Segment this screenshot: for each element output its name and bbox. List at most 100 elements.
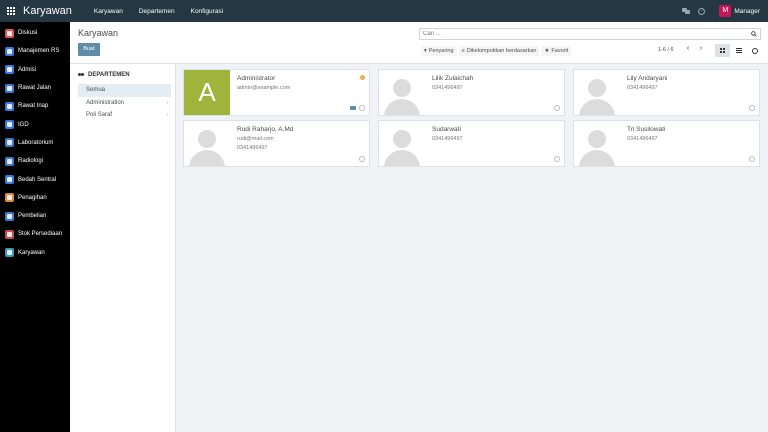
- message-icon[interactable]: [350, 106, 356, 110]
- sidebar-item-label: Rawat Jalan: [18, 85, 52, 92]
- employee-name: Sudarwati: [432, 126, 461, 133]
- activity-status-icon[interactable]: [359, 105, 365, 111]
- sidebar-item-label: IGD: [18, 121, 29, 128]
- sidebar-item-label: Bedah Sentral: [18, 176, 57, 183]
- chat-icon: [5, 28, 14, 38]
- employees-icon: [5, 248, 14, 258]
- search-input[interactable]: [420, 29, 740, 39]
- employee-card[interactable]: Lilik Zulaichah 0341496497: [378, 69, 565, 116]
- employee-name: Lilik Zulaichah: [432, 75, 474, 82]
- group-by-button[interactable]: ≡ Dikelompokkan berdasarkan: [458, 46, 540, 56]
- stethoscope-icon: [5, 83, 14, 93]
- list-icon: [735, 48, 742, 53]
- activity-status-icon[interactable]: [359, 156, 365, 162]
- department-label: Semua: [86, 87, 106, 93]
- filter-label: Penyaring: [428, 48, 454, 54]
- department-item-poli-saraf[interactable]: Poli Saraf ›: [78, 109, 171, 122]
- control-panel: Karyawan Buat ▾Penyaring ≡Dikelompokkan …: [70, 22, 768, 64]
- sidebar-item-label: Diskusi: [18, 30, 38, 37]
- activity-status-icon[interactable]: [554, 105, 560, 111]
- search-box: [419, 28, 761, 40]
- employee-email: rudi@mail.com: [237, 136, 274, 142]
- sidebar-item-bedah-sentral[interactable]: Bedah Sentral: [0, 170, 70, 188]
- chevron-left-icon[interactable]: ‹: [684, 45, 692, 53]
- chevron-right-icon[interactable]: ›: [166, 97, 168, 110]
- search-icon[interactable]: [751, 31, 757, 37]
- menu-konfigurasi[interactable]: Konfigurasi: [183, 8, 232, 15]
- sidebar-item-rawat-inap[interactable]: Rawat Inap: [0, 97, 70, 115]
- activity-status-icon[interactable]: [554, 156, 560, 162]
- department-item-semua[interactable]: Semua: [78, 84, 171, 97]
- employee-card[interactable]: Tri Susilowati 0341496497: [573, 120, 760, 167]
- user-menu[interactable]: M Manager: [713, 5, 760, 17]
- employee-name: Lily Andaryani: [627, 75, 668, 82]
- activity-status-icon[interactable]: [749, 156, 755, 162]
- employee-card[interactable]: Lily Andaryani 0341496497: [573, 69, 760, 116]
- employee-card[interactable]: Rudi Raharjo, A.Md rudi@mail.com 0341496…: [183, 120, 370, 167]
- view-switcher: [715, 44, 762, 57]
- menu-departemen[interactable]: Departemen: [131, 8, 183, 15]
- sidebar-item-manajemen-rs[interactable]: Manajemen RS: [0, 42, 70, 60]
- inventory-icon: [5, 229, 14, 239]
- department-panel: DEPARTEMEN Semua Administration › Poli Sa…: [70, 64, 176, 432]
- sidebar-item-radiologi[interactable]: Radiologi: [0, 152, 70, 170]
- app-brand: Karyawan: [23, 5, 72, 17]
- sidebar-item-admisi[interactable]: Admisi: [0, 61, 70, 79]
- employee-phone: 0341496497: [237, 145, 268, 151]
- sidebar-item-rawat-jalan[interactable]: Rawat Jalan: [0, 79, 70, 97]
- employee-avatar: A: [184, 70, 230, 115]
- purchase-icon: [5, 211, 14, 221]
- top-menu: Karyawan Departemen Konfigurasi: [86, 8, 231, 15]
- employee-card[interactable]: A Administrator admin@example.com: [183, 69, 370, 116]
- user-name: Manager: [734, 7, 760, 15]
- filter-icon: ▾: [424, 48, 427, 54]
- employee-placeholder-avatar: [574, 70, 620, 115]
- pager-value[interactable]: 1-6 / 6: [658, 47, 674, 53]
- department-label: Administration: [86, 99, 125, 106]
- filter-button[interactable]: ▾ Penyaring: [421, 46, 457, 56]
- sidebar-item-karyawan[interactable]: Karyawan: [0, 244, 70, 262]
- presence-status-icon: [360, 75, 365, 80]
- invoice-icon: [5, 193, 14, 203]
- chevron-right-icon[interactable]: ›: [697, 45, 705, 53]
- employee-email: admin@example.com: [237, 85, 291, 91]
- radiology-icon: [5, 156, 14, 166]
- chevron-right-icon[interactable]: ›: [166, 109, 168, 122]
- sidebar-item-laboratorium[interactable]: Laboratorium: [0, 134, 70, 152]
- users-icon: [78, 72, 85, 78]
- employee-phone: 0341496497: [627, 136, 658, 142]
- menu-karyawan[interactable]: Karyawan: [86, 8, 131, 15]
- sidebar-item-diskusi[interactable]: Diskusi: [0, 24, 70, 42]
- sidebar-item-pembelian[interactable]: Pembelian: [0, 207, 70, 225]
- sidebar-item-label: Radiologi: [18, 158, 44, 165]
- grid-icon: [720, 48, 725, 53]
- department-item-administration[interactable]: Administration ›: [78, 97, 171, 110]
- sidebar-item-penagihan[interactable]: Penagihan: [0, 189, 70, 207]
- department-header: DEPARTEMEN: [78, 72, 130, 78]
- kanban-view-button[interactable]: [715, 44, 730, 57]
- create-button[interactable]: Buat: [78, 43, 100, 56]
- employee-placeholder-avatar: [379, 121, 425, 166]
- employee-phone: 0341496497: [432, 136, 463, 142]
- admission-icon: [5, 65, 14, 75]
- search-options: ▾ Penyaring ≡ Dikelompokkan berdasarkan ★ F…: [421, 46, 572, 56]
- kanban-view: A Administrator admin@example.com Lilik …: [176, 64, 768, 432]
- employee-name: Rudi Raharjo, A.Md: [237, 126, 294, 133]
- activity-view-button[interactable]: [747, 44, 762, 57]
- sidebar-item-label: Rawat Inap: [18, 103, 49, 110]
- group-by-label: Dikelompokkan berdasarkan: [466, 48, 537, 54]
- favorite-button[interactable]: ★ Favorit: [541, 46, 572, 56]
- sidebar-item-stok-persediaan[interactable]: Stok Persediaan: [0, 225, 70, 243]
- group-by-icon: ≡: [461, 48, 465, 54]
- sidebar-item-igd[interactable]: IGD: [0, 115, 70, 133]
- help-icon[interactable]: ?: [698, 7, 706, 15]
- employee-card[interactable]: Sudarwati 0341496497: [378, 120, 565, 167]
- list-view-button[interactable]: [731, 44, 746, 57]
- chat-icon[interactable]: [682, 8, 691, 14]
- hospital-icon: [5, 46, 14, 56]
- sidebar-item-label: Admisi: [18, 66, 37, 73]
- activity-status-icon[interactable]: [749, 105, 755, 111]
- sidebar-item-label: Karyawan: [18, 249, 45, 256]
- employee-phone: 0341496497: [432, 85, 463, 91]
- apps-icon[interactable]: [7, 7, 15, 15]
